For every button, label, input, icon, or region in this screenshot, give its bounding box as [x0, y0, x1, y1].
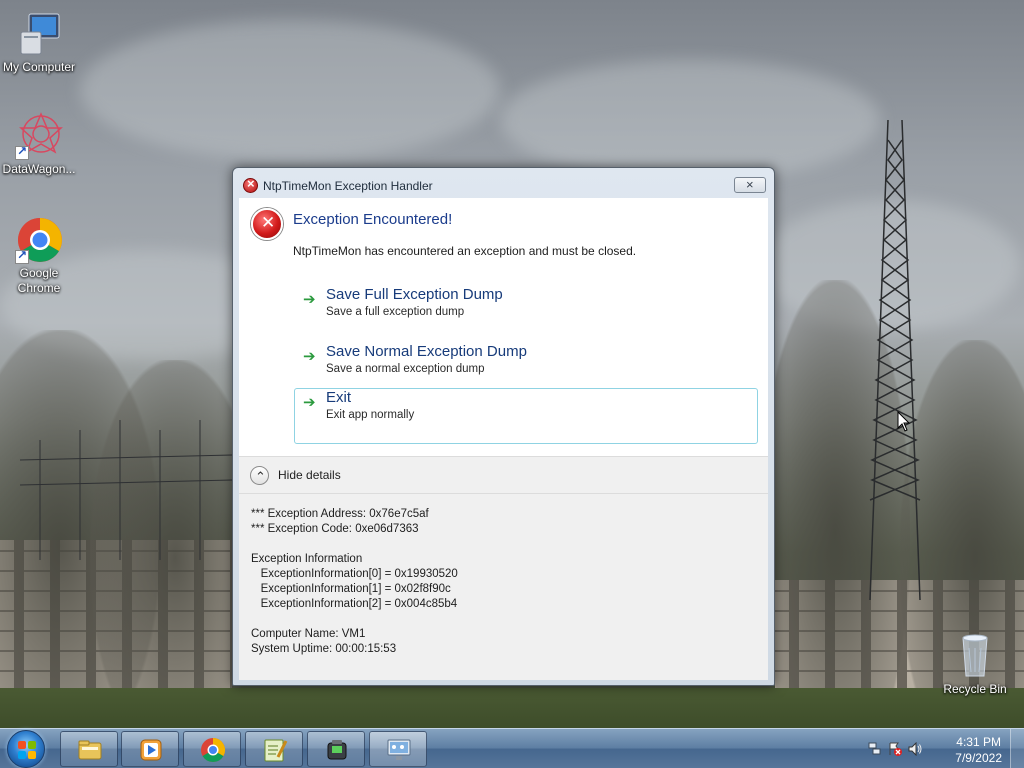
shortcut-arrow-icon — [15, 144, 29, 160]
collapse-chevron-icon[interactable] — [250, 466, 269, 485]
details-line: Exception Information — [251, 553, 363, 565]
system-tray: 4:31 PM 7/9/2022 — [854, 729, 1024, 768]
app-device-icon — [327, 740, 347, 760]
details-line: System Uptime: 00:00:15:53 — [251, 643, 397, 655]
taskbar-ntptimemon-button[interactable] — [369, 731, 427, 767]
command-description: Exit app normally — [326, 409, 415, 421]
details-line: Computer Name: VM1 — [251, 628, 366, 640]
details-line: *** Exception Address: 0x76e7c5af — [251, 508, 429, 520]
datawagon-icon — [15, 112, 63, 160]
taskbar-media-player-button[interactable] — [121, 731, 179, 767]
notepad-plus-plus-icon — [264, 739, 288, 762]
command-title: Exit — [326, 389, 352, 406]
clock-time: 4:31 PM — [956, 735, 1001, 749]
green-arrow-icon: ➔ — [303, 394, 316, 411]
shortcut-arrow-icon — [15, 248, 29, 264]
exception-details: *** Exception Address: 0x76e7c5af *** Ex… — [239, 494, 768, 680]
error-icon — [243, 176, 258, 193]
command-description: Save a full exception dump — [326, 306, 465, 318]
exception-handler-dialog: NtpTimeMon Exception Handler × Exception… — [232, 167, 775, 686]
desktop-icon-my-computer[interactable]: My Computer — [0, 10, 78, 75]
desktop-icon-recycle-bin[interactable]: Recycle Bin — [936, 632, 1014, 697]
dialog-content: Exception Encountered! NtpTimeMon has en… — [239, 198, 768, 680]
details-line: ExceptionInformation[2] = 0x004c85b4 — [251, 598, 458, 610]
taskbar-notepad-plus-plus-button[interactable] — [245, 731, 303, 767]
exit-button[interactable]: ➔ Exit Exit app normally — [294, 388, 758, 444]
green-arrow-icon: ➔ — [303, 291, 316, 308]
antenna-array-graphic — [19, 420, 232, 560]
network-monitor-icon — [387, 739, 411, 760]
radio-tower-graphic — [869, 120, 921, 600]
content-text: NtpTimeMon has encountered an exception … — [293, 244, 637, 258]
taskbar-chrome-button[interactable] — [183, 731, 241, 767]
taskbar-app-button[interactable] — [307, 731, 365, 767]
system-clock[interactable]: 4:31 PM 7/9/2022 — [955, 734, 1002, 766]
computer-icon — [15, 10, 63, 58]
desktop-icon-label: My Computer — [2, 60, 76, 74]
media-player-icon — [140, 739, 162, 761]
dialog-title: NtpTimeMon Exception Handler — [263, 179, 433, 193]
details-line: *** Exception Code: 0xe06d7363 — [251, 523, 419, 535]
show-desktop-button[interactable] — [1010, 729, 1024, 768]
volume-icon[interactable] — [908, 742, 922, 756]
desktop-icon-datawagon[interactable]: DataWagon... — [0, 112, 78, 177]
taskbar: 4:31 PM 7/9/2022 — [0, 728, 1024, 768]
action-center-icon[interactable] — [888, 742, 902, 756]
dialog-title-bar[interactable]: NtpTimeMon Exception Handler × — [233, 168, 774, 198]
network-icon[interactable] — [868, 742, 882, 756]
close-button[interactable]: × — [734, 177, 766, 193]
error-icon — [251, 208, 283, 240]
desktop-icon-label: Recycle Bin — [943, 682, 1007, 696]
clock-date: 7/9/2022 — [955, 751, 1002, 765]
details-line — [251, 612, 756, 627]
save-full-dump-button[interactable]: ➔ Save Full Exception Dump Save a full e… — [294, 285, 758, 341]
taskbar-explorer-button[interactable] — [60, 731, 118, 767]
main-instruction: Exception Encountered! — [293, 211, 453, 228]
recycle-bin-icon — [951, 632, 999, 680]
chrome-icon — [201, 738, 226, 763]
command-title: Save Full Exception Dump — [326, 286, 503, 303]
hide-details-link[interactable]: Hide details — [278, 468, 341, 482]
details-line: ExceptionInformation[0] = 0x19930520 — [251, 568, 458, 580]
windows-start-icon[interactable] — [7, 730, 45, 768]
folder-icon — [78, 740, 102, 760]
desktop-icon-label: Google Chrome — [17, 266, 61, 295]
close-icon: × — [746, 177, 754, 192]
command-title: Save Normal Exception Dump — [326, 343, 527, 360]
desktop-icon-google-chrome[interactable]: Google Chrome — [0, 216, 78, 296]
details-toggle-bar: Hide details — [239, 456, 768, 494]
details-line — [251, 537, 756, 552]
mouse-cursor-icon — [897, 411, 911, 432]
desktop-icon-label: DataWagon... — [2, 162, 76, 176]
green-arrow-icon: ➔ — [303, 348, 316, 365]
details-line: ExceptionInformation[1] = 0x02f8f90c — [251, 583, 451, 595]
chrome-icon — [15, 216, 63, 264]
command-description: Save a normal exception dump — [326, 363, 485, 375]
